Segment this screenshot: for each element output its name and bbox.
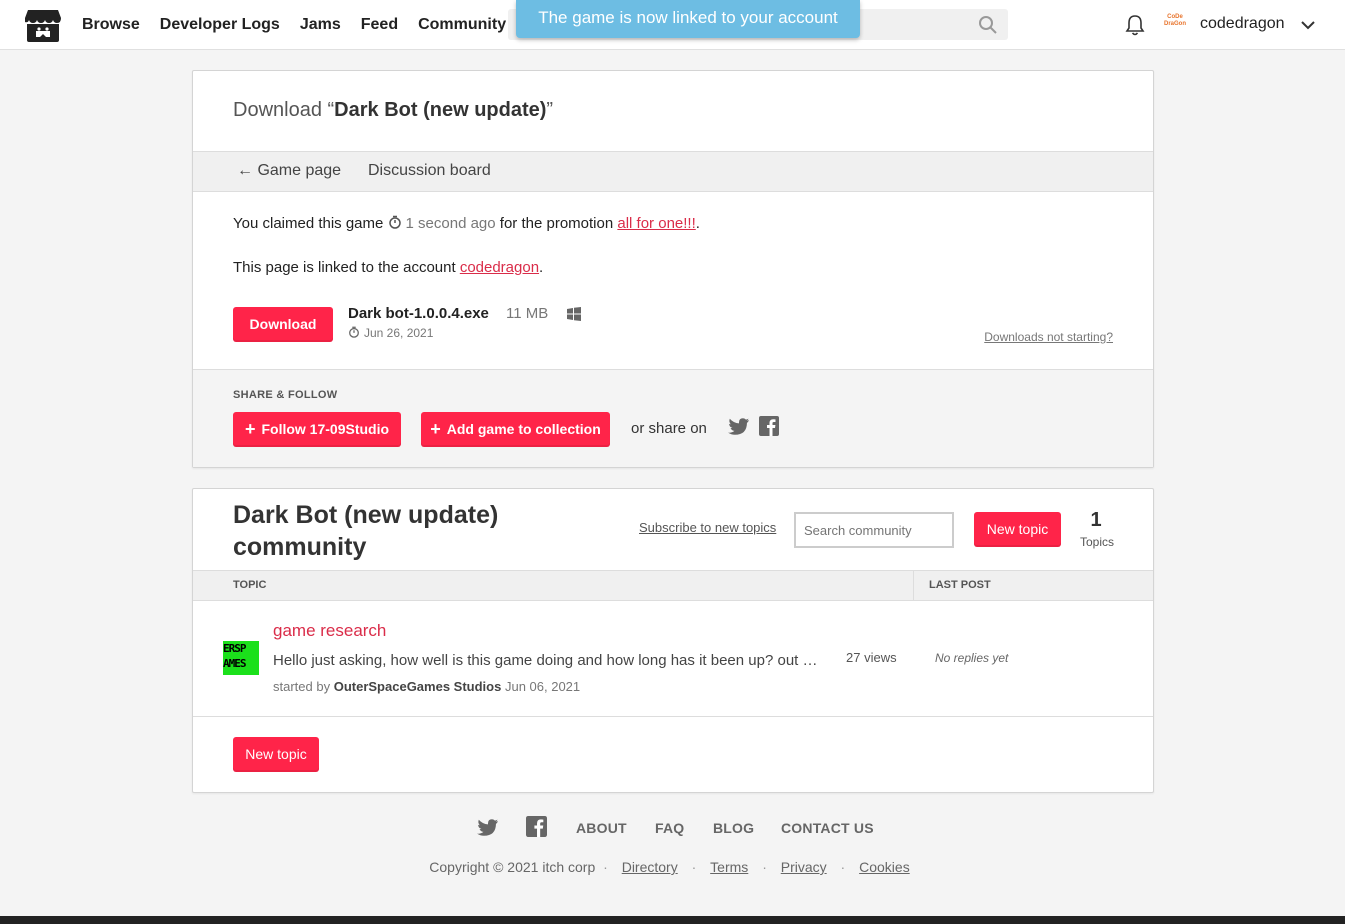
table-row: ERSP AMES game research Hello just askin… bbox=[193, 601, 1153, 717]
topic-title-link[interactable]: game research bbox=[273, 621, 386, 641]
username[interactable]: codedragon bbox=[1200, 15, 1285, 33]
share-follow-section: SHARE & FOLLOW + Follow 17-09Studio + Add … bbox=[193, 369, 1153, 467]
claim-info: You claimed this game 1 second ago for t… bbox=[233, 215, 700, 232]
column-divider bbox=[913, 571, 914, 601]
file-date: Jun 26, 2021 bbox=[348, 326, 433, 340]
file-size: 11 MB bbox=[506, 305, 549, 322]
footer-cookies-link[interactable]: Cookies bbox=[859, 859, 910, 875]
itch-logo-icon[interactable] bbox=[24, 7, 62, 43]
footer-privacy-link[interactable]: Privacy bbox=[781, 859, 827, 875]
topic-author-avatar[interactable]: ERSP AMES bbox=[223, 641, 259, 675]
linked-account-link[interactable]: codedragon bbox=[460, 259, 539, 276]
separator: · bbox=[840, 859, 846, 875]
file-name: Dark bot-1.0.0.4.exe bbox=[348, 305, 489, 322]
nav-community[interactable]: Community bbox=[418, 16, 506, 34]
footer-blog-link[interactable]: BLOG bbox=[713, 820, 754, 836]
copyright-text: Copyright © 2021 itch corp bbox=[429, 859, 596, 875]
subscribe-new-topics-link[interactable]: Subscribe to new topics bbox=[639, 520, 776, 535]
notification-toast: The game is now linked to your account bbox=[516, 0, 860, 38]
community-search-input[interactable] bbox=[794, 512, 954, 548]
top-header: Browse Developer Logs Jams Feed Communit… bbox=[0, 0, 1345, 50]
footer-about-link[interactable]: ABOUT bbox=[576, 820, 627, 836]
topic-date: Jun 06, 2021 bbox=[504, 679, 581, 694]
share-follow-label: SHARE & FOLLOW bbox=[233, 389, 338, 401]
topic-last-post: No replies yet bbox=[935, 651, 1009, 665]
file-date-text: Jun 26, 2021 bbox=[364, 326, 434, 340]
community-panel: Dark Bot (new update) community Subscrib… bbox=[192, 488, 1154, 793]
footer-copyright: Copyright © 2021 itch corp · Directory ·… bbox=[0, 859, 1345, 875]
bottom-bar bbox=[0, 916, 1345, 924]
follow-button-label: Follow 17-09Studio bbox=[261, 421, 390, 437]
topic-author-link[interactable]: OuterSpaceGames Studios bbox=[334, 679, 502, 694]
page-title: Download “Dark Bot (new update)” bbox=[233, 99, 553, 122]
nav-feed[interactable]: Feed bbox=[361, 16, 398, 34]
downloads-not-starting-link[interactable]: Downloads not starting? bbox=[984, 330, 1113, 344]
nav-developer-logs[interactable]: Developer Logs bbox=[160, 16, 280, 34]
community-title: Dark Bot (new update) community bbox=[233, 501, 499, 561]
search-icon[interactable] bbox=[978, 15, 998, 35]
topic-started-by: started by OuterSpaceGames Studios Jun 0… bbox=[273, 679, 580, 694]
claim-text: You claimed this game bbox=[233, 215, 384, 232]
plus-icon: + bbox=[430, 419, 441, 439]
collection-button-label: Add game to collection bbox=[446, 421, 601, 437]
column-header-topic: TOPIC bbox=[233, 579, 267, 591]
user-avatar[interactable]: CoDe DraGon bbox=[1162, 14, 1188, 34]
topics-table-header: TOPIC LAST POST bbox=[193, 570, 1153, 601]
promotion-link[interactable]: all for one!!! bbox=[617, 215, 695, 232]
footer-terms-link[interactable]: Terms bbox=[710, 859, 748, 875]
separator: · bbox=[762, 859, 767, 875]
separator: · bbox=[603, 859, 608, 875]
main-nav: Browse Developer Logs Jams Feed Communit… bbox=[82, 0, 526, 50]
share-on-label: or share on bbox=[631, 420, 707, 437]
linked-account-info: This page is linked to the account coded… bbox=[233, 259, 544, 276]
twitter-icon[interactable] bbox=[477, 818, 499, 838]
topic-count: 1 bbox=[1090, 509, 1102, 531]
nav-browse[interactable]: Browse bbox=[82, 16, 140, 34]
title-quote-open: Download “ bbox=[233, 99, 335, 121]
download-panel: Download “Dark Bot (new update)” ← Game … bbox=[192, 70, 1154, 468]
windows-icon bbox=[567, 307, 581, 321]
add-to-collection-button[interactable]: + Add game to collection bbox=[421, 412, 610, 447]
separator: · bbox=[691, 859, 697, 875]
topic-count-label: Topics bbox=[1079, 535, 1114, 549]
twitter-icon[interactable] bbox=[728, 417, 750, 437]
download-subnav: ← Game page Discussion board bbox=[193, 151, 1153, 192]
new-topic-button-bottom[interactable]: New topic bbox=[233, 737, 319, 772]
claim-for-text: for the promotion bbox=[499, 215, 614, 232]
title-quote-close: ” bbox=[546, 99, 554, 121]
claim-time: 1 second ago bbox=[405, 215, 496, 232]
chevron-down-icon[interactable] bbox=[1300, 17, 1316, 33]
follow-button[interactable]: + Follow 17-09Studio bbox=[233, 412, 401, 447]
topic-excerpt: Hello just asking, how well is this game… bbox=[273, 652, 823, 669]
footer-directory-link[interactable]: Directory bbox=[622, 859, 678, 875]
nav-jams[interactable]: Jams bbox=[300, 16, 341, 34]
new-topic-button[interactable]: New topic bbox=[974, 512, 1061, 547]
linked-text: This page is linked to the account bbox=[233, 259, 456, 276]
download-button[interactable]: Download bbox=[233, 307, 333, 342]
topic-views: 27 views bbox=[846, 650, 897, 665]
started-by-label: started by bbox=[273, 679, 331, 694]
plus-icon: + bbox=[244, 419, 256, 439]
footer-contact-link[interactable]: CONTACT US bbox=[781, 820, 874, 836]
facebook-icon[interactable] bbox=[759, 416, 779, 436]
stopwatch-icon bbox=[388, 215, 401, 229]
title-game-name: Dark Bot (new update) bbox=[334, 99, 547, 121]
stopwatch-icon bbox=[349, 326, 359, 338]
facebook-icon[interactable] bbox=[526, 816, 547, 837]
discussion-board-link[interactable]: Discussion board bbox=[368, 162, 491, 180]
footer-faq-link[interactable]: FAQ bbox=[655, 820, 684, 836]
bell-icon[interactable] bbox=[1124, 13, 1146, 37]
column-header-last-post: LAST POST bbox=[929, 579, 991, 591]
game-page-link[interactable]: ← Game page bbox=[237, 162, 341, 180]
